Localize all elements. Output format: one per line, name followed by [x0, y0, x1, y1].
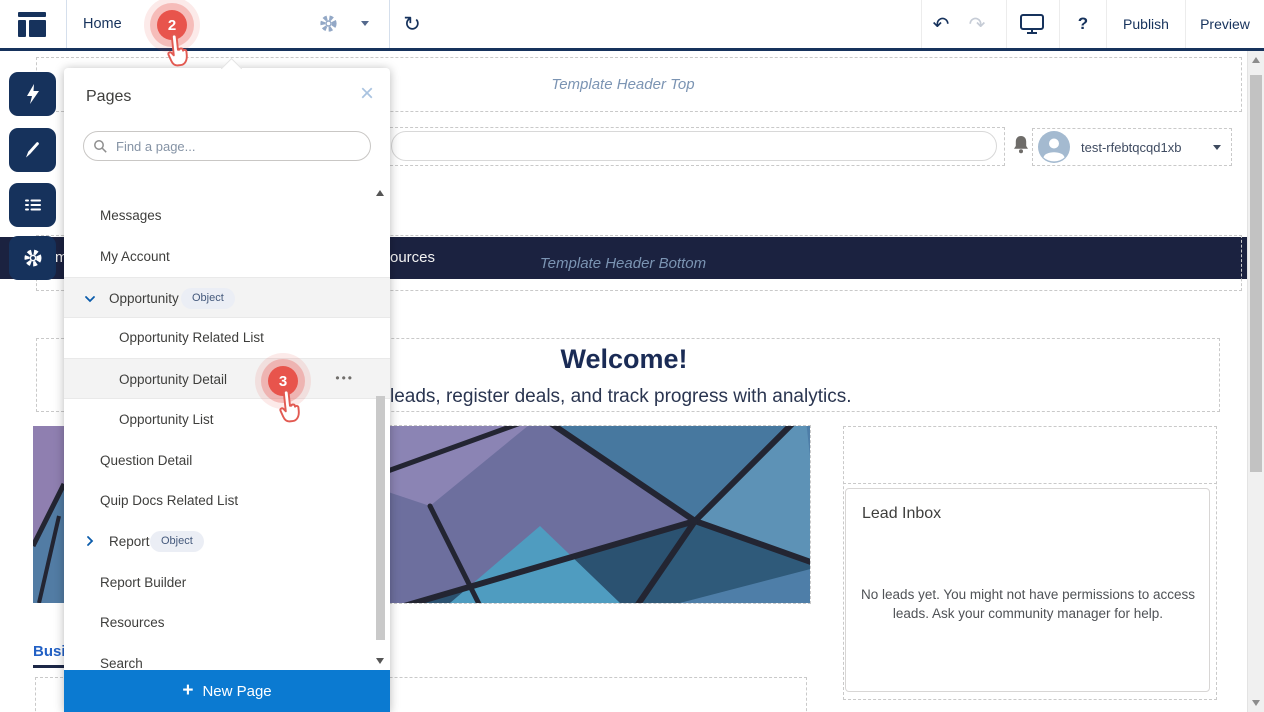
layout-icon: [18, 12, 46, 37]
page-item-label: Opportunity Detail: [119, 359, 227, 400]
page-item-report[interactable]: Report Object: [64, 521, 390, 562]
lead-inbox-card[interactable]: Lead Inbox No leads yet. You might not h…: [845, 488, 1210, 692]
sidebar-pages-button[interactable]: [9, 183, 56, 227]
page-item-label: My Account: [100, 236, 170, 277]
page-item-label: Opportunity Related List: [119, 317, 264, 358]
canvas-scrollbar-thumb[interactable]: [1250, 75, 1262, 472]
find-page-input[interactable]: [83, 131, 371, 161]
sidebar-settings-button[interactable]: [9, 236, 56, 280]
avatar[interactable]: [1038, 131, 1070, 168]
panel-scroll-down-icon[interactable]: [376, 658, 384, 664]
step-2-hand-cursor-icon: [160, 32, 194, 76]
close-icon[interactable]: ×: [360, 82, 374, 106]
preview-label: Preview: [1200, 16, 1250, 32]
current-page-label: Home: [83, 0, 122, 48]
view-mode-button[interactable]: [1018, 0, 1046, 48]
step-2-number: 2: [168, 17, 176, 34]
toolbar-divider: [1059, 0, 1060, 48]
business-link-fragment[interactable]: Busi: [33, 643, 66, 660]
object-badge: Object: [150, 531, 204, 552]
page-item-report-builder[interactable]: Report Builder: [64, 562, 390, 603]
canvas-scrollbar[interactable]: [1247, 51, 1264, 712]
object-badge: Object: [181, 288, 235, 309]
user-name: test-rfebtqcqd1xb: [1081, 129, 1181, 167]
page-item-label: Search: [100, 643, 143, 670]
page-item-label: Report Builder: [100, 562, 186, 603]
chevron-down-icon[interactable]: [84, 293, 96, 305]
plus-icon: +: [182, 680, 193, 702]
bell-icon[interactable]: [1010, 134, 1032, 163]
toolbar-divider: [1106, 0, 1107, 48]
scroll-up-icon[interactable]: [1252, 57, 1260, 63]
pages-panel-title: Pages: [86, 88, 131, 106]
scroll-down-icon[interactable]: [1252, 700, 1260, 706]
pages-list: Messages My Account Opportunity Object O…: [64, 176, 390, 670]
lightning-icon: [22, 83, 44, 105]
page-item-opportunity[interactable]: Opportunity Object: [64, 277, 390, 318]
page-item-my-account[interactable]: My Account: [64, 236, 390, 277]
page-item-label: Question Detail: [100, 440, 192, 481]
page-item-label: Resources: [100, 602, 165, 643]
refresh-button[interactable]: ↻: [398, 0, 426, 48]
help-button[interactable]: ?: [1072, 0, 1094, 48]
panel-scroll-up-icon[interactable]: [376, 190, 384, 196]
publish-label: Publish: [1123, 16, 1169, 32]
page-item-resources[interactable]: Resources: [64, 602, 390, 643]
sidebar-components-button[interactable]: [9, 72, 56, 116]
panel-scrollbar-thumb[interactable]: [376, 396, 385, 640]
page-item-question-detail[interactable]: Question Detail: [64, 440, 390, 481]
help-icon: ?: [1078, 14, 1088, 34]
lead-inbox-empty-message: No leads yet. You might not have permiss…: [858, 585, 1198, 623]
toolbar-divider: [1006, 0, 1007, 48]
new-page-button[interactable]: + New Page: [64, 670, 390, 712]
undo-icon: ↶: [933, 12, 950, 37]
user-caret-down-icon: [1213, 145, 1221, 150]
brush-icon: [22, 139, 44, 161]
undo-button[interactable]: ↶: [928, 0, 954, 48]
page-selector[interactable]: Home: [66, 0, 390, 48]
pages-panel: Pages × Messages My Account Opportunity …: [64, 68, 390, 712]
step-3-number: 3: [279, 373, 287, 390]
toolbar-divider: [1185, 0, 1186, 48]
page-item-messages[interactable]: Messages: [64, 195, 390, 236]
page-item-search[interactable]: Search: [64, 643, 390, 670]
page-item-label: Messages: [100, 195, 162, 236]
more-menu-icon[interactable]: •••: [335, 359, 354, 400]
page-item-opportunity-related-list[interactable]: Opportunity Related List: [64, 317, 390, 358]
region-divider: [843, 483, 1217, 484]
redo-button[interactable]: ↷: [964, 0, 990, 48]
refresh-icon: ↻: [403, 12, 421, 37]
preview-button[interactable]: Preview: [1196, 0, 1254, 48]
list-icon: [22, 194, 44, 216]
hero-image-region[interactable]: [389, 425, 811, 604]
hero-image: [390, 426, 810, 603]
page-item-label: Report: [109, 521, 150, 562]
experience-builder: Template Header Top test-rfebtqcqd1xb m: [0, 0, 1264, 712]
page-item-opportunity-list[interactable]: Opportunity List: [64, 399, 390, 440]
welcome-subtitle: leads, register deals, and track progres…: [390, 386, 852, 408]
page-item-quip-docs-related-list[interactable]: Quip Docs Related List: [64, 480, 390, 521]
new-page-label: New Page: [202, 683, 271, 700]
page-item-label: Opportunity: [109, 278, 179, 319]
gear-icon: [22, 247, 44, 269]
page-search-input[interactable]: [391, 131, 997, 161]
lead-inbox-title: Lead Inbox: [862, 505, 941, 523]
step-3-hand-cursor-icon: [272, 388, 306, 432]
publish-button[interactable]: Publish: [1118, 0, 1174, 48]
page-selector-caret-down-icon: [361, 21, 369, 26]
page-item-opportunity-detail[interactable]: Opportunity Detail •••: [64, 358, 390, 399]
toolbar-divider: [921, 0, 922, 48]
builder-logo-button[interactable]: [18, 0, 46, 48]
user-menu-region[interactable]: test-rfebtqcqd1xb: [1032, 128, 1232, 166]
page-settings-gear-icon[interactable]: [318, 13, 339, 39]
page-item-label: Quip Docs Related List: [100, 480, 238, 521]
page-item-label: Opportunity List: [119, 399, 214, 440]
monitor-icon: [1019, 13, 1045, 35]
chevron-right-icon[interactable]: [84, 535, 96, 547]
hero-image-left[interactable]: [33, 426, 64, 603]
search-icon: [93, 139, 108, 154]
redo-icon: ↷: [969, 12, 986, 37]
sidebar-theme-button[interactable]: [9, 128, 56, 172]
business-link-underline: [33, 665, 64, 668]
